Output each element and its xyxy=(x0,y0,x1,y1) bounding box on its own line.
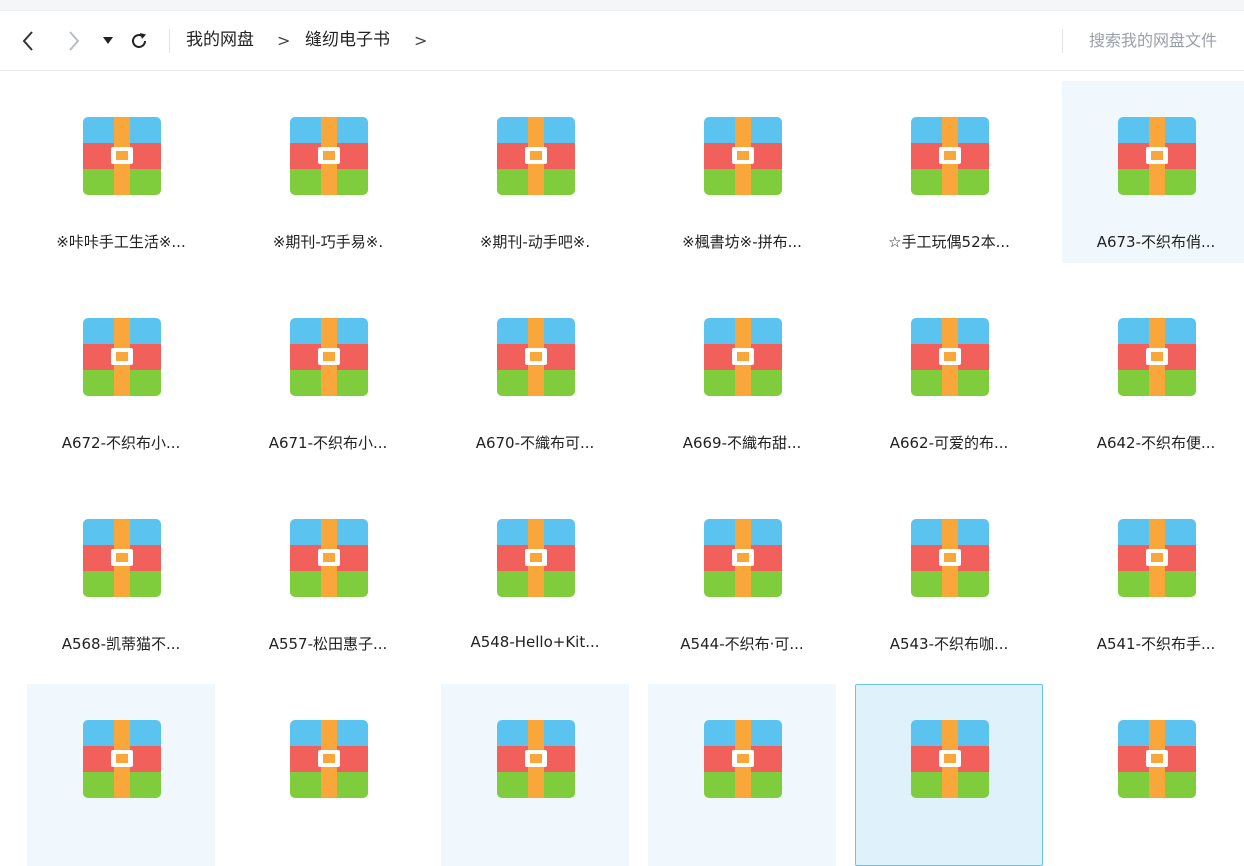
file-name: A568-凯蒂猫不... xyxy=(61,635,181,653)
breadcrumb-root[interactable]: 我的网盘 xyxy=(186,11,254,70)
file-name: ※期刊-动手吧※. xyxy=(479,233,591,251)
history-dropdown-button[interactable] xyxy=(100,11,116,70)
archive-icon xyxy=(704,318,782,396)
window-top-strip xyxy=(0,0,1244,11)
file-name: A548-Hello+Kit... xyxy=(470,633,600,651)
archive-icon xyxy=(911,519,989,597)
file-item[interactable]: A642-不织布便... xyxy=(1062,282,1244,464)
breadcrumb-separator[interactable]: > xyxy=(414,11,427,70)
file-name: ※期刊-巧手易※. xyxy=(272,233,384,251)
file-item[interactable]: A568-凯蒂猫不... xyxy=(27,483,215,665)
file-item[interactable]: A557-松田惠子... xyxy=(234,483,422,665)
archive-icon xyxy=(911,318,989,396)
archive-icon xyxy=(83,117,161,195)
archive-icon xyxy=(290,117,368,195)
refresh-button[interactable] xyxy=(126,11,152,70)
file-name: A670-不織布可... xyxy=(475,434,595,452)
file-name: ※咔咔手工生活※... xyxy=(56,233,186,251)
archive-icon xyxy=(497,318,575,396)
file-name: A673-不织布俏... xyxy=(1096,233,1216,251)
archive-icon xyxy=(1118,720,1196,798)
file-item[interactable] xyxy=(855,684,1043,866)
file-item[interactable]: ※期刊-动手吧※. xyxy=(441,81,629,263)
file-name: A662-可爱的布... xyxy=(889,434,1009,452)
file-item[interactable]: A670-不織布可... xyxy=(441,282,629,464)
archive-icon xyxy=(83,720,161,798)
archive-icon xyxy=(704,519,782,597)
file-name: ☆手工玩偶52本... xyxy=(888,233,1010,251)
toolbar-divider xyxy=(169,29,170,53)
chevron-left-icon xyxy=(22,30,33,51)
archive-icon xyxy=(1118,318,1196,396)
archive-icon xyxy=(290,720,368,798)
file-item[interactable]: A541-不织布手... xyxy=(1062,483,1244,665)
search-divider xyxy=(1062,29,1063,53)
archive-icon xyxy=(497,720,575,798)
file-name: A541-不织布手... xyxy=(1096,635,1216,653)
file-name: A543-不织布咖... xyxy=(889,635,1009,653)
file-item[interactable]: A671-不织布小... xyxy=(234,282,422,464)
toolbar: 我的网盘 > 缝纫电子书 > 搜索我的网盘文件 xyxy=(0,11,1244,71)
caret-down-icon xyxy=(103,36,113,44)
archive-icon xyxy=(1118,519,1196,597)
file-item[interactable] xyxy=(234,684,422,866)
breadcrumb-current-folder[interactable]: 缝纫电子书 xyxy=(305,11,390,70)
archive-icon xyxy=(290,318,368,396)
file-name: A669-不織布甜... xyxy=(682,434,802,452)
file-item[interactable] xyxy=(441,684,629,866)
archive-icon xyxy=(911,720,989,798)
archive-icon xyxy=(911,117,989,195)
archive-icon xyxy=(497,117,575,195)
file-item[interactable]: A548-Hello+Kit... xyxy=(441,483,629,665)
archive-icon xyxy=(704,720,782,798)
file-grid: ※咔咔手工生活※... ※期刊-巧手易※. ※期刊-动手吧※. ※楓書坊※-拼布...… xyxy=(0,71,1244,866)
chevron-right-icon xyxy=(69,30,80,51)
file-item[interactable]: A543-不织布咖... xyxy=(855,483,1043,665)
archive-icon xyxy=(290,519,368,597)
file-name: ※楓書坊※-拼布... xyxy=(682,233,802,251)
file-item[interactable]: ※期刊-巧手易※. xyxy=(234,81,422,263)
archive-icon xyxy=(497,519,575,597)
file-item[interactable] xyxy=(648,684,836,866)
file-item[interactable] xyxy=(27,684,215,866)
archive-icon xyxy=(704,117,782,195)
search-input[interactable]: 搜索我的网盘文件 xyxy=(1089,11,1217,70)
refresh-icon xyxy=(132,32,146,48)
file-name: A544-不织布·可... xyxy=(680,635,804,653)
file-name: A557-松田惠子... xyxy=(268,635,388,653)
file-item[interactable]: A673-不织布俏... xyxy=(1062,81,1244,263)
breadcrumb-separator: > xyxy=(277,31,291,50)
file-item[interactable]: A544-不织布·可... xyxy=(648,483,836,665)
file-item[interactable]: A662-可爱的布... xyxy=(855,282,1043,464)
file-name: A642-不织布便... xyxy=(1096,434,1216,452)
archive-icon xyxy=(83,318,161,396)
file-item[interactable]: ☆手工玩偶52本... xyxy=(855,81,1043,263)
back-button[interactable] xyxy=(14,11,42,70)
archive-icon xyxy=(1118,117,1196,195)
file-item[interactable]: ※楓書坊※-拼布... xyxy=(648,81,836,263)
archive-icon xyxy=(83,519,161,597)
file-item[interactable] xyxy=(1062,684,1244,866)
file-item[interactable]: A672-不织布小... xyxy=(27,282,215,464)
forward-button[interactable] xyxy=(60,11,88,70)
file-item[interactable]: A669-不織布甜... xyxy=(648,282,836,464)
file-item[interactable]: ※咔咔手工生活※... xyxy=(27,81,215,263)
file-name: A672-不织布小... xyxy=(61,434,181,452)
file-name: A671-不织布小... xyxy=(268,434,388,452)
